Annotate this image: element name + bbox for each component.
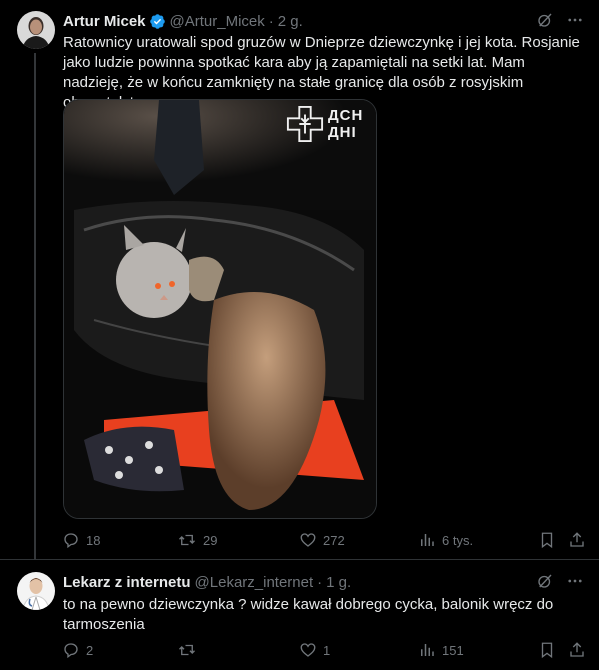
author-handle[interactable]: @Artur_Micek — [170, 13, 265, 30]
author-name[interactable]: Artur Micek — [63, 13, 146, 30]
tweet[interactable]: Lekarz z internetu @Lekarz_internet · 1 … — [0, 561, 599, 670]
tweet-header: Artur Micek @Artur_Micek · 2 g. — [63, 11, 303, 31]
top-actions — [535, 571, 585, 591]
reply-count: 18 — [86, 532, 101, 548]
watermark: ДСН ДНІ — [286, 105, 363, 143]
top-actions — [535, 10, 585, 30]
views-count: 6 tys. — [442, 532, 474, 548]
bookmark-icon — [541, 642, 553, 659]
views-icon — [421, 534, 434, 546]
like-icon — [300, 533, 316, 547]
retweet-icon — [179, 534, 195, 546]
verified-badge-icon — [149, 13, 166, 30]
share-icon — [570, 532, 584, 547]
thread-line — [34, 53, 36, 560]
reply-button[interactable]: 2 — [62, 641, 93, 659]
retweet-count: 29 — [203, 532, 218, 548]
tweet-photo[interactable]: ДСН ДНІ — [63, 99, 377, 519]
grok-icon[interactable] — [535, 571, 555, 591]
share-button[interactable] — [568, 641, 592, 659]
action-bar: 18 29 272 6 tys. — [60, 529, 585, 551]
reply-count: 2 — [86, 642, 94, 658]
tweet-text: to na pewno dziewczynka ? widze kawał do… — [63, 596, 554, 633]
views-button[interactable]: 151 — [418, 641, 464, 659]
like-icon — [300, 643, 316, 657]
more-icon[interactable] — [565, 10, 585, 30]
separator: · — [268, 12, 274, 30]
reply-button[interactable]: 18 — [62, 531, 100, 549]
avatar[interactable] — [17, 11, 55, 49]
more-icon[interactable] — [565, 571, 585, 591]
timestamp[interactable]: 1 g. — [326, 574, 351, 591]
bookmark-button[interactable] — [538, 531, 562, 549]
like-count: 272 — [323, 532, 345, 548]
bookmark-icon — [541, 532, 553, 549]
grok-icon[interactable] — [535, 10, 555, 30]
reply-icon — [64, 533, 78, 549]
author-handle[interactable]: @Lekarz_internet — [195, 574, 314, 591]
retweet-button[interactable]: 29 — [177, 531, 217, 549]
like-count: 1 — [323, 642, 331, 658]
reply-icon — [64, 643, 78, 659]
bookmark-button[interactable] — [538, 641, 562, 659]
views-button[interactable]: 6 tys. — [418, 531, 473, 549]
like-button[interactable]: 272 — [299, 531, 345, 549]
share-button[interactable] — [568, 531, 592, 549]
emergency-service-logo-icon — [286, 105, 324, 143]
author-name[interactable]: Lekarz z internetu — [63, 574, 191, 591]
timestamp[interactable]: 2 g. — [278, 13, 303, 30]
retweet-icon — [179, 644, 195, 656]
tweet-header: Lekarz z internetu @Lekarz_internet · 1 … — [63, 572, 351, 592]
retweet-button[interactable] — [177, 641, 203, 659]
tweet[interactable]: Artur Micek @Artur_Micek · 2 g. Ratownic… — [0, 0, 599, 560]
action-bar: 2 1 151 — [60, 639, 585, 661]
avatar[interactable] — [17, 572, 55, 610]
like-button[interactable]: 1 — [299, 641, 330, 659]
share-icon — [570, 642, 584, 657]
views-icon — [421, 644, 434, 656]
watermark-line-1: ДСН — [328, 107, 364, 124]
separator: · — [317, 573, 323, 591]
watermark-line-2: ДНІ — [328, 124, 357, 141]
views-count: 151 — [442, 642, 464, 658]
